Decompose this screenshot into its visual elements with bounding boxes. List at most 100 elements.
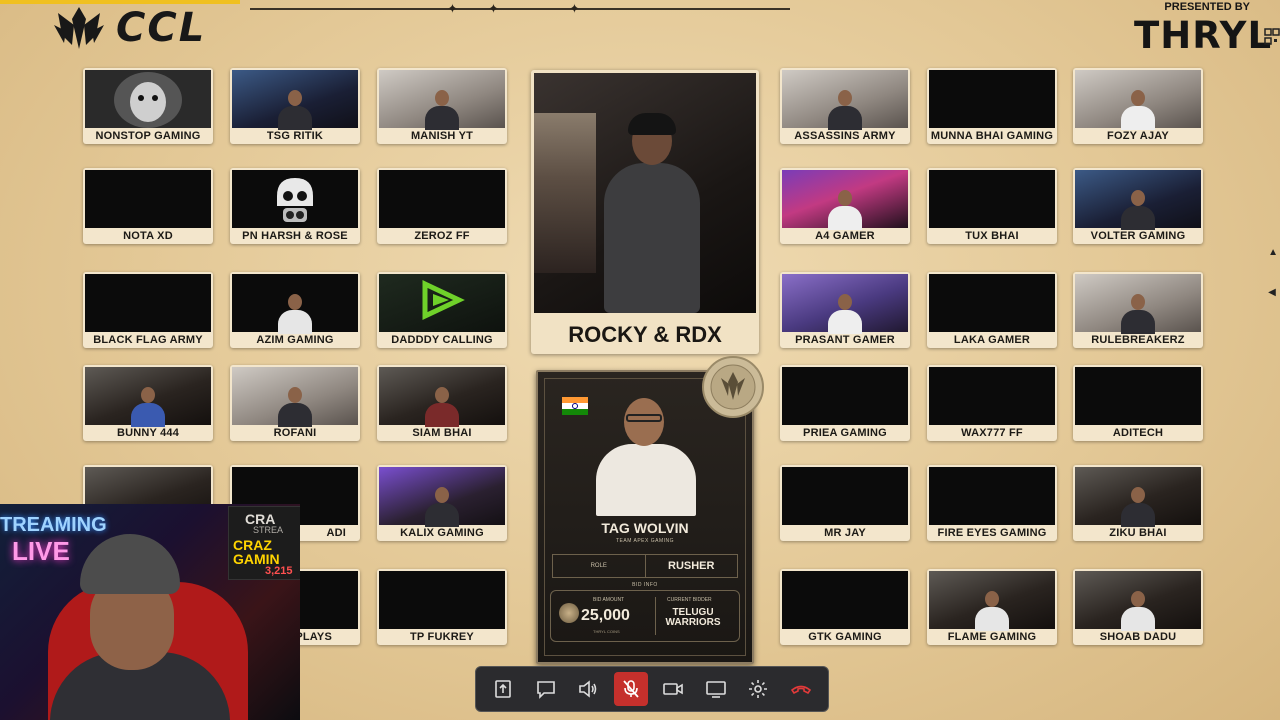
participant-video: [929, 571, 1055, 631]
participant-video: [379, 70, 505, 130]
bid-amount-label: BID AMOUNT: [593, 597, 625, 603]
mute-button[interactable]: [613, 672, 648, 706]
featured-speaker-tile[interactable]: ROCKY & RDX: [531, 70, 759, 354]
participant-tile[interactable]: AZIM GAMING: [230, 272, 360, 348]
participant-name: RULEBREAKERZ: [1091, 334, 1185, 346]
participant-tile[interactable]: RULEBREAKERZ: [1073, 272, 1203, 348]
present-button[interactable]: [699, 672, 733, 706]
lion-artwork-icon: [85, 70, 211, 128]
participant-name: ZIKU BHAI: [1109, 527, 1167, 539]
participant-tile[interactable]: FLAME GAMING: [927, 569, 1057, 645]
participant-video-off: [929, 170, 1055, 228]
participant-tile[interactable]: PRASANT GAMER: [780, 272, 910, 348]
participant-tile[interactable]: TUX BHAI: [927, 168, 1057, 244]
participant-video: [782, 274, 908, 334]
ccl-emblem-icon: [54, 7, 104, 49]
speaker-icon: [579, 680, 597, 698]
chat-icon: [536, 681, 555, 699]
green-logo-icon: [422, 280, 465, 320]
participant-tile[interactable]: NOTA XD: [83, 168, 213, 244]
participant-video: [1075, 70, 1201, 130]
divider-star: ✦: [488, 1, 499, 16]
participant-tile[interactable]: SHOAB DADU: [1073, 569, 1203, 645]
player-name: TAG WOLVIN: [601, 520, 689, 536]
participant-video-off: [1075, 367, 1201, 425]
participant-name: TSG RITIK: [266, 130, 324, 142]
participant-tile[interactable]: ROFANI: [230, 365, 360, 441]
participant-name: FLAME GAMING: [947, 631, 1037, 643]
participant-video-off: [929, 467, 1055, 525]
participant-name: FIRE EYES GAMING: [937, 527, 1047, 539]
participant-video-off: [929, 367, 1055, 425]
participant-tile[interactable]: BLACK FLAG ARMY: [83, 272, 213, 348]
share-button[interactable]: [486, 672, 520, 706]
participant-tile[interactable]: ZEROZ FF: [377, 168, 507, 244]
participant-tile[interactable]: ADITECH: [1073, 365, 1203, 441]
chat-button[interactable]: [529, 672, 563, 706]
logo-text: CCL: [116, 5, 207, 51]
mic-muted-icon: [623, 680, 639, 698]
participant-tile[interactable]: WAX777 FF: [927, 365, 1057, 441]
participant-name: ZEROZ FF: [414, 230, 470, 242]
participant-name: BLACK FLAG ARMY: [93, 334, 203, 346]
participant-tile[interactable]: DADDDY CALLING: [377, 272, 507, 348]
participant-name: ADITECH: [1112, 427, 1164, 439]
participant-video: [232, 70, 358, 130]
participant-tile[interactable]: MUNNA BHAI GAMING: [927, 68, 1057, 144]
participant-video: [1075, 170, 1201, 230]
participant-name: GTK GAMING: [808, 631, 882, 643]
participant-name: PRIEA GAMING: [803, 427, 887, 439]
participant-video: [379, 367, 505, 427]
streamer: [50, 534, 240, 720]
participant-video: [232, 367, 358, 427]
neon-sign-text: STREA: [253, 525, 284, 535]
participant-video: [232, 170, 358, 228]
participant-tile[interactable]: SIAM BHAI: [377, 365, 507, 441]
hangup-icon: [790, 685, 811, 695]
participant-tile[interactable]: MR JAY: [780, 465, 910, 541]
participant-name: PRASANT GAMER: [795, 334, 895, 346]
participant-name: WAX777 FF: [961, 427, 1023, 439]
participant-video-off: [782, 467, 908, 525]
current-bidder: TELUGU WARRIORS: [665, 607, 721, 628]
sponsor-logo: THRYL: [1134, 14, 1273, 57]
participant-tile[interactable]: PRIEA GAMING: [780, 365, 910, 441]
participant-tile[interactable]: VOLTER GAMING: [1073, 168, 1203, 244]
participant-tile[interactable]: KALIX GAMING: [377, 465, 507, 541]
divider-star: ✦: [447, 1, 458, 16]
india-flag-icon: [562, 397, 588, 415]
presented-by-label: PRESENTED BY: [1164, 1, 1250, 13]
participant-tile[interactable]: ASSASSINS ARMY: [780, 68, 910, 144]
participant-tile[interactable]: NONSTOP GAMING: [83, 68, 213, 144]
hangup-button[interactable]: [784, 672, 818, 706]
participant-tile[interactable]: GTK GAMING: [780, 569, 910, 645]
participant-tile[interactable]: TSG RITIK: [230, 68, 360, 144]
settings-button[interactable]: [741, 672, 775, 706]
participant-name: FOZY AJAY: [1107, 130, 1169, 142]
featured-person: [596, 113, 706, 313]
featured-name: ROCKY & RDX: [568, 322, 722, 347]
qr-icon: [1264, 28, 1280, 45]
participant-name: MR JAY: [824, 527, 866, 539]
participant-name: MANISH YT: [410, 130, 474, 142]
participant-tile[interactable]: ZIKU BHAI: [1073, 465, 1203, 541]
participant-tile[interactable]: PN HARSH & ROSE: [230, 168, 360, 244]
role-value: RUSHER: [644, 555, 738, 577]
participant-video-off: [379, 170, 505, 228]
participant-tile[interactable]: A4 GAMER: [780, 168, 910, 244]
participant-video: [232, 274, 358, 334]
participant-video: [782, 70, 908, 130]
participant-tile[interactable]: LAKA GAMER: [927, 272, 1057, 348]
camera-button[interactable]: [656, 672, 690, 706]
participant-tile[interactable]: TP FUKREY: [377, 569, 507, 645]
player-team: TEAM APEX GAMING: [615, 538, 674, 544]
participant-tile[interactable]: FOZY AJAY: [1073, 68, 1203, 144]
speaker-button[interactable]: [571, 672, 605, 706]
participant-tile[interactable]: FIRE EYES GAMING: [927, 465, 1057, 541]
participant-video: [85, 367, 211, 427]
participant-tile[interactable]: BUNNY 444: [83, 365, 213, 441]
participant-tile[interactable]: MANISH YT: [377, 68, 507, 144]
participant-name: MUNNA BHAI GAMING: [930, 130, 1054, 142]
gear-icon: [749, 680, 768, 698]
streamer-webcam-overlay: CRA STREA CRAZ GAMIN 3,215 TREAMING LIVE: [0, 504, 300, 720]
